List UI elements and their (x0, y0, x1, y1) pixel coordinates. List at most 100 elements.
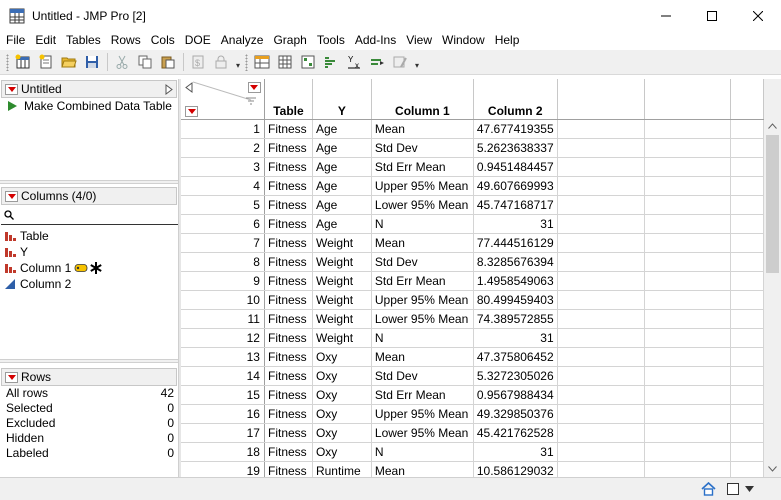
copy-button[interactable] (134, 51, 156, 73)
row-number[interactable]: 2 (181, 138, 265, 158)
empty-cell[interactable] (557, 157, 645, 177)
menu-help[interactable]: Help (490, 31, 525, 50)
table-cell[interactable]: Std Err Mean (371, 271, 474, 291)
row-number[interactable]: 1 (181, 119, 265, 139)
cut-button[interactable] (111, 51, 133, 73)
table-cell[interactable]: Weight (312, 328, 372, 348)
row-number[interactable]: 3 (181, 157, 265, 177)
empty-cell[interactable] (730, 385, 764, 405)
table-cell[interactable]: Fitness (264, 214, 313, 234)
empty-cell[interactable] (557, 347, 645, 367)
table-cell[interactable]: Fitness (264, 252, 313, 272)
table-row[interactable]: 11 Fitness Weight Lower 95% Mean 74.38957285… (181, 309, 764, 329)
empty-cell[interactable] (557, 271, 645, 291)
column-header[interactable]: Column 2 (473, 79, 558, 120)
table-cell[interactable]: 45.747168717 (473, 195, 558, 215)
table-cell[interactable]: Weight (312, 271, 372, 291)
table-cell[interactable]: Age (312, 214, 372, 234)
empty-cell[interactable] (730, 290, 764, 310)
empty-column-header[interactable] (644, 79, 732, 120)
empty-cell[interactable] (644, 423, 732, 443)
table-cell[interactable]: 31 (473, 328, 558, 348)
table-cell[interactable]: Mean (371, 347, 474, 367)
toolbar-grip[interactable] (6, 53, 9, 71)
empty-cell[interactable] (730, 328, 764, 348)
empty-cell[interactable] (644, 328, 732, 348)
empty-cell[interactable] (730, 404, 764, 424)
red-triangle-menu-icon[interactable] (5, 371, 18, 383)
table-cell[interactable]: 31 (473, 442, 558, 462)
empty-cell[interactable] (557, 404, 645, 424)
checkbox-icon[interactable] (727, 483, 739, 495)
table-cell[interactable]: 47.375806452 (473, 347, 558, 367)
empty-cell[interactable] (557, 442, 645, 462)
empty-cell[interactable] (644, 157, 732, 177)
table-cell[interactable]: Mean (371, 461, 474, 477)
empty-cell[interactable] (644, 176, 732, 196)
empty-cell[interactable] (644, 119, 732, 139)
empty-cell[interactable] (557, 366, 645, 386)
panel-divider[interactable] (0, 180, 180, 184)
table-cell[interactable]: 31 (473, 214, 558, 234)
empty-cell[interactable] (557, 252, 645, 272)
table-cell[interactable]: Age (312, 157, 372, 177)
empty-cell[interactable] (730, 138, 764, 158)
table-cell[interactable]: 10.586129032 (473, 461, 558, 477)
table-cell[interactable]: Weight (312, 290, 372, 310)
empty-cell[interactable] (730, 157, 764, 177)
lock-button[interactable] (210, 51, 232, 73)
table-cell[interactable]: 80.499459403 (473, 290, 558, 310)
menu-graph[interactable]: Graph (268, 31, 311, 50)
empty-cell[interactable] (644, 271, 732, 291)
empty-cell[interactable] (557, 461, 645, 477)
table-row[interactable]: 3 Fitness Age Std Err Mean 0.9451484457 (181, 157, 764, 177)
row-number[interactable]: 8 (181, 252, 265, 272)
table-cell[interactable]: Lower 95% Mean (371, 309, 474, 329)
table-panel-header[interactable]: Untitled (1, 80, 177, 98)
table-cell[interactable]: Age (312, 176, 372, 196)
empty-cell[interactable] (557, 195, 645, 215)
table-row[interactable]: 5 Fitness Age Lower 95% Mean 45.747168717 (181, 195, 764, 215)
table-cell[interactable]: 0.9567988434 (473, 385, 558, 405)
table-cell[interactable]: Fitness (264, 138, 313, 158)
collapse-arrow-icon[interactable] (165, 84, 173, 95)
table-cell[interactable]: Fitness (264, 119, 313, 139)
row-number[interactable]: 7 (181, 233, 265, 253)
table-cell[interactable]: 49.329850376 (473, 404, 558, 424)
empty-cell[interactable] (730, 442, 764, 462)
empty-cell[interactable] (644, 233, 732, 253)
empty-cell[interactable] (730, 119, 764, 139)
row-number[interactable]: 9 (181, 271, 265, 291)
menu-view[interactable]: View (401, 31, 437, 50)
empty-cell[interactable] (730, 195, 764, 215)
scrollbar-thumb[interactable] (766, 135, 779, 273)
table-cell[interactable]: Fitness (264, 195, 313, 215)
paste-button[interactable] (157, 51, 179, 73)
grid-corner[interactable] (181, 79, 265, 120)
table-row[interactable]: 16 Fitness Oxy Upper 95% Mean 49.329850376 (181, 404, 764, 424)
table-row[interactable]: 6 Fitness Age N 31 (181, 214, 764, 234)
menu-edit[interactable]: Edit (30, 31, 61, 50)
scroll-up-arrow-icon[interactable] (768, 123, 777, 129)
table-cell[interactable]: Upper 95% Mean (371, 404, 474, 424)
table-cell[interactable]: Lower 95% Mean (371, 423, 474, 443)
graph-builder-button[interactable] (389, 51, 411, 73)
table-cell[interactable]: Std Dev (371, 366, 474, 386)
table-cell[interactable]: Fitness (264, 309, 313, 329)
empty-cell[interactable] (644, 195, 732, 215)
menu-doe[interactable]: DOE (180, 31, 216, 50)
fit-y-by-x-button[interactable]: Yx (343, 51, 365, 73)
table-cell[interactable]: Oxy (312, 366, 372, 386)
empty-cell[interactable] (644, 290, 732, 310)
empty-cell[interactable] (557, 138, 645, 158)
row-number[interactable]: 6 (181, 214, 265, 234)
table-cell[interactable]: Fitness (264, 366, 313, 386)
table-cell[interactable]: Std Dev (371, 138, 474, 158)
table-cell[interactable]: Runtime (312, 461, 372, 477)
table-row[interactable]: 15 Fitness Oxy Std Err Mean 0.9567988434 (181, 385, 764, 405)
empty-cell[interactable] (644, 252, 732, 272)
table-cell[interactable]: Fitness (264, 423, 313, 443)
menu-analyze[interactable]: Analyze (216, 31, 269, 50)
row-number[interactable]: 14 (181, 366, 265, 386)
toolbar-overflow-button[interactable]: ▾ (233, 51, 243, 73)
